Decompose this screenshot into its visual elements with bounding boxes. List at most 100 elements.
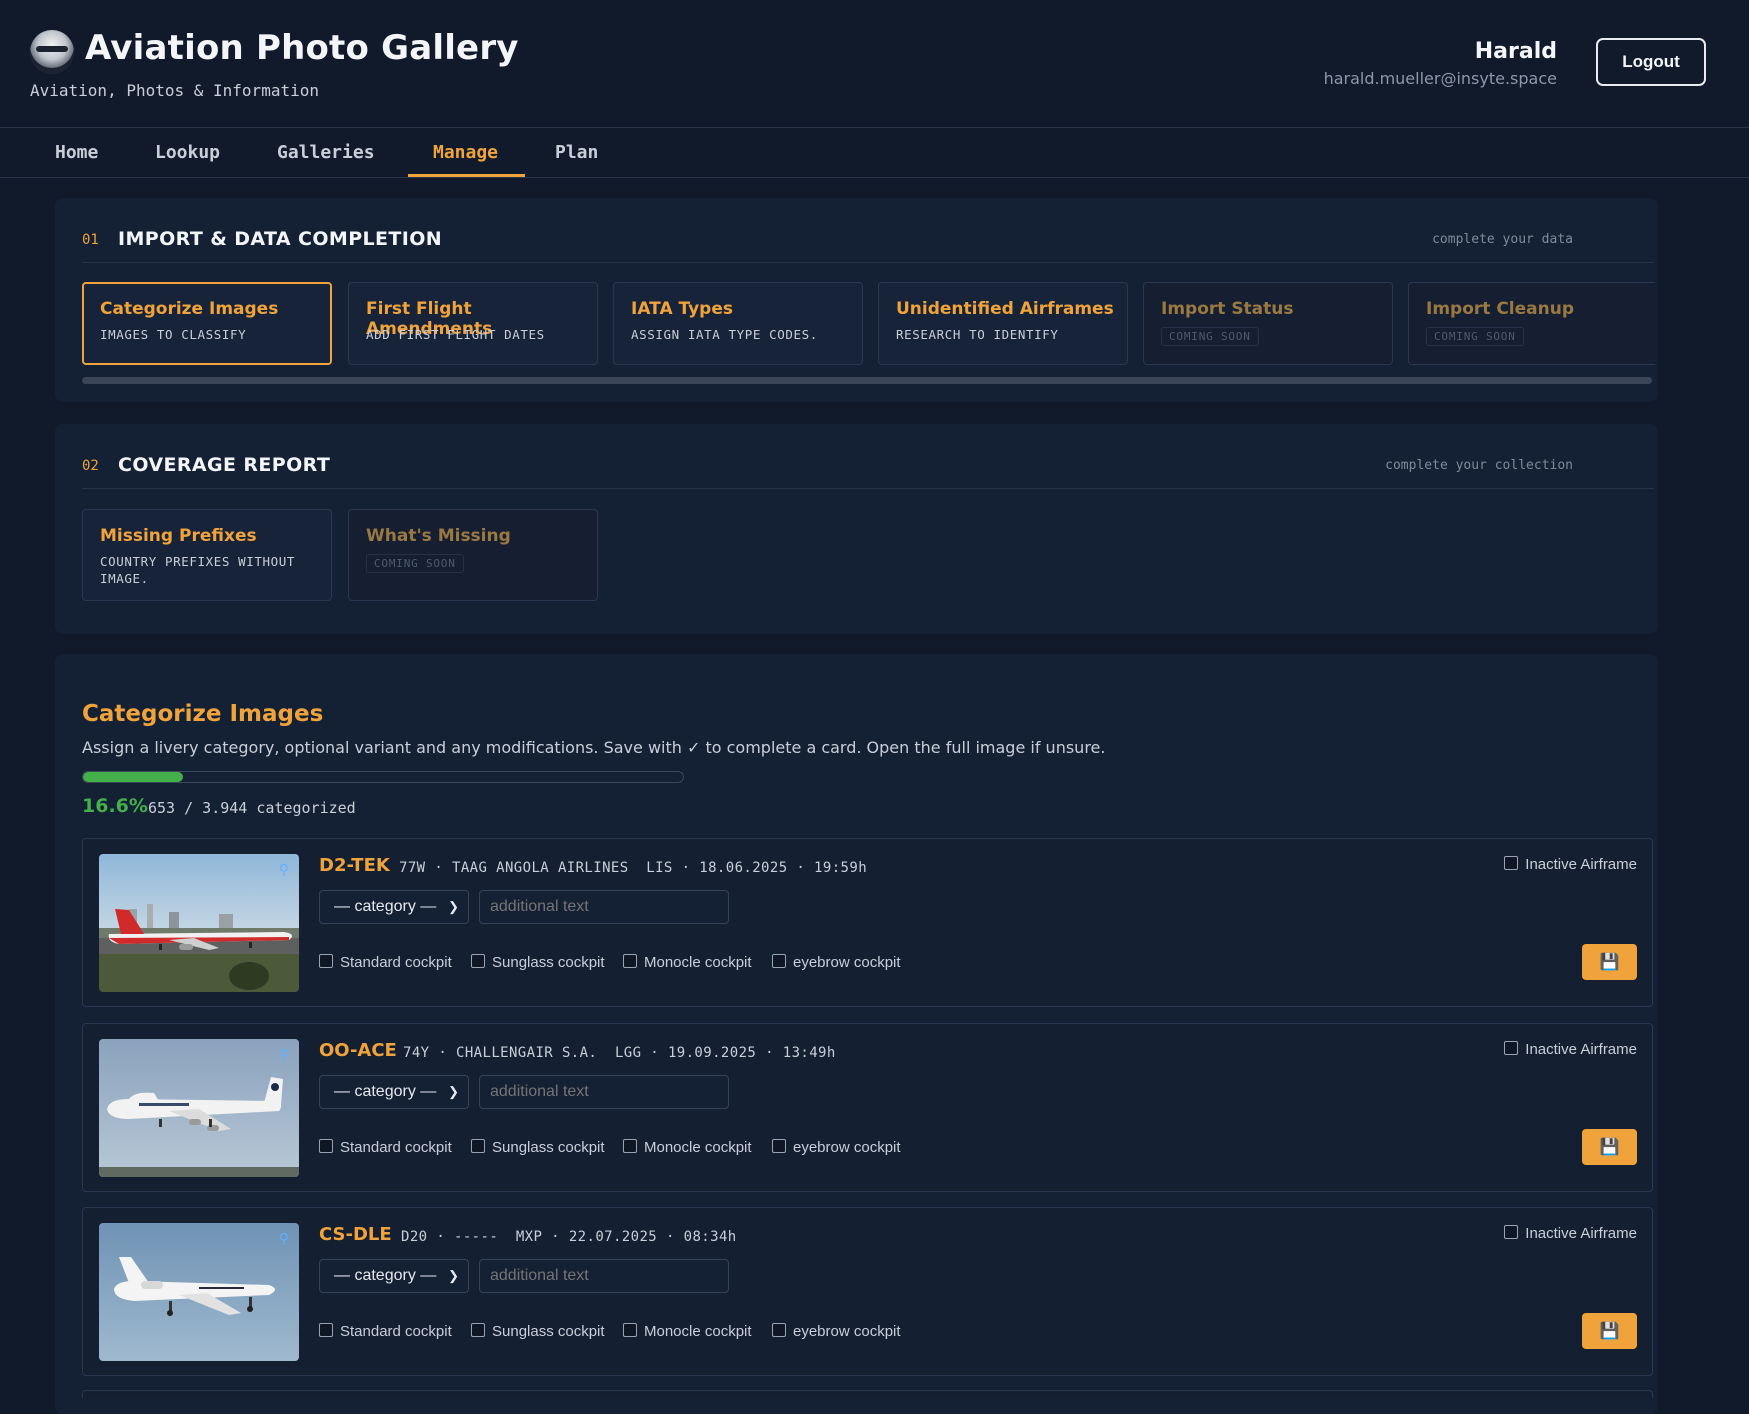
- chevron-down-icon: ❯: [448, 899, 459, 914]
- card-title: What's Missing: [366, 526, 511, 546]
- section-hint: complete your data: [1432, 232, 1573, 247]
- category-select[interactable]: — category — ❯: [319, 1075, 469, 1109]
- floppy-disk-icon: 💾: [1599, 954, 1620, 971]
- category-select[interactable]: — category — ❯: [319, 1259, 469, 1293]
- card-title: Categorize Images: [100, 299, 279, 319]
- additional-text-input[interactable]: [479, 890, 729, 924]
- save-button[interactable]: 💾: [1582, 1129, 1637, 1165]
- checkbox-standard-cockpit[interactable]: Standard cockpit: [319, 954, 452, 972]
- magnifier-icon[interactable]: ⚲: [279, 1231, 289, 1247]
- aircraft-photo-csdle: [99, 1223, 299, 1361]
- additional-text-input[interactable]: [479, 1259, 729, 1293]
- inactive-airframe-checkbox[interactable]: Inactive Airframe: [1504, 1225, 1637, 1242]
- time: 19:59h: [814, 860, 868, 876]
- card-missing-prefixes[interactable]: Missing Prefixes COUNTRY PREFIXES WITHOU…: [82, 509, 332, 601]
- section-number: 02: [82, 458, 99, 474]
- checkbox[interactable]: [623, 954, 637, 968]
- registration: D2-TEK: [319, 855, 390, 876]
- card-iata-types[interactable]: IATA Types ASSIGN IATA TYPE CODES.: [613, 282, 863, 365]
- airline: CHALLENGAIR S.A.: [456, 1045, 598, 1061]
- coming-soon-badge: COMING SOON: [366, 554, 464, 573]
- checkbox[interactable]: [772, 1323, 786, 1337]
- inactive-airframe-checkbox[interactable]: Inactive Airframe: [1504, 856, 1637, 873]
- checkbox-sunglass-cockpit[interactable]: Sunglass cockpit: [471, 1139, 605, 1157]
- checkbox-standard-cockpit[interactable]: Standard cockpit: [319, 1323, 452, 1341]
- logout-button[interactable]: Logout: [1596, 38, 1706, 86]
- checkbox[interactable]: [471, 1323, 485, 1337]
- flight-meta: D20 · ----- MXP · 22.07.2025 · 08:34h: [401, 1229, 737, 1245]
- save-button[interactable]: 💾: [1582, 1313, 1637, 1349]
- date: 18.06.2025: [699, 860, 788, 876]
- checkbox-sunglass-cockpit[interactable]: Sunglass cockpit: [471, 954, 605, 972]
- checkbox[interactable]: [1504, 856, 1519, 870]
- airline: -----: [454, 1229, 499, 1245]
- checkbox[interactable]: [623, 1139, 637, 1153]
- checkbox[interactable]: [772, 1139, 786, 1153]
- card-subtitle: ADD FIRST FLIGHT DATES: [366, 327, 545, 342]
- image-card: ⚲ D2-TEK 77W · TAAG ANGOLA AIRLINES LIS …: [82, 838, 1653, 1007]
- card-unidentified-airframes[interactable]: Unidentified Airframes RESEARCH TO IDENT…: [878, 282, 1128, 365]
- checkbox[interactable]: [319, 1139, 333, 1153]
- tab-home[interactable]: Home: [55, 142, 98, 163]
- card-first-flight-amendments[interactable]: First Flight Amendments ADD FIRST FLIGHT…: [348, 282, 598, 365]
- inactive-airframe-checkbox[interactable]: Inactive Airframe: [1504, 1041, 1637, 1058]
- checkbox-sunglass-cockpit[interactable]: Sunglass cockpit: [471, 1323, 605, 1341]
- progress-count: 653 / 3.944 categorized: [148, 799, 356, 817]
- magnifier-icon[interactable]: ⚲: [279, 1047, 289, 1063]
- save-button[interactable]: 💾: [1582, 944, 1637, 980]
- coming-soon-badge: COMING SOON: [1426, 327, 1524, 346]
- section-divider: [82, 488, 1654, 489]
- checkbox-monocle-cockpit[interactable]: Monocle cockpit: [623, 1323, 752, 1341]
- image-card: ⚲ CS-DLE D20 · ----- MXP · 22.07.2025 · …: [82, 1207, 1653, 1376]
- coming-soon-badge: COMING SOON: [1161, 327, 1259, 346]
- checkbox[interactable]: [1504, 1225, 1519, 1239]
- tab-manage[interactable]: Manage: [433, 142, 498, 163]
- date: 22.07.2025: [568, 1229, 658, 1245]
- aircraft-thumbnail[interactable]: ⚲: [99, 1223, 299, 1361]
- section-divider: [82, 262, 1654, 263]
- app-title[interactable]: Aviation Photo Gallery: [85, 28, 519, 68]
- progress-fill: [83, 772, 183, 782]
- aircraft-thumbnail[interactable]: ⚲: [99, 854, 299, 992]
- tab-plan[interactable]: Plan: [555, 142, 598, 163]
- checkbox-monocle-cockpit[interactable]: Monocle cockpit: [623, 1139, 752, 1157]
- main-nav: Home Lookup Galleries Manage Plan: [0, 128, 1749, 178]
- user-name: Harald: [1474, 39, 1557, 64]
- flight-meta: 74Y · CHALLENGAIR S.A. LGG · 19.09.2025 …: [403, 1045, 836, 1061]
- checkbox[interactable]: [772, 954, 786, 968]
- floppy-disk-icon: 💾: [1599, 1139, 1620, 1156]
- additional-text-input[interactable]: [479, 1075, 729, 1109]
- tab-galleries[interactable]: Galleries: [277, 142, 375, 163]
- checkbox[interactable]: [623, 1323, 637, 1337]
- checkbox-eyebrow-cockpit[interactable]: eyebrow cockpit: [772, 1139, 901, 1157]
- airport: LIS: [646, 860, 673, 876]
- category-select[interactable]: — category — ❯: [319, 890, 469, 924]
- tab-lookup[interactable]: Lookup: [155, 142, 220, 163]
- magnifier-icon[interactable]: ⚲: [279, 862, 289, 878]
- section-title: COVERAGE REPORT: [118, 454, 331, 476]
- time: 13:49h: [782, 1045, 836, 1061]
- checkbox[interactable]: [319, 1323, 333, 1337]
- card-import-status: Import Status COMING SOON: [1143, 282, 1393, 365]
- category-select-value: — category —: [334, 1083, 437, 1100]
- aircraft-photo-ooace: [99, 1039, 299, 1177]
- logo-icon[interactable]: [30, 30, 74, 74]
- registration: OO-ACE: [319, 1040, 397, 1061]
- registration: CS-DLE: [319, 1224, 392, 1245]
- card-subtitle: COUNTRY PREFIXES WITHOUT IMAGE.: [100, 554, 296, 586]
- image-card: ⚲ OO-ACE 74Y · CHALLENGAIR S.A. LGG · 19…: [82, 1023, 1653, 1192]
- checkbox[interactable]: [471, 954, 485, 968]
- checkbox[interactable]: [319, 954, 333, 968]
- checkbox-eyebrow-cockpit[interactable]: eyebrow cockpit: [772, 1323, 901, 1341]
- checkbox-monocle-cockpit[interactable]: Monocle cockpit: [623, 954, 752, 972]
- horizontal-scrollbar[interactable]: [82, 377, 1652, 384]
- checkbox-eyebrow-cockpit[interactable]: eyebrow cockpit: [772, 954, 901, 972]
- checkbox[interactable]: [1504, 1041, 1519, 1055]
- aircraft-photo-d2tek: [99, 854, 299, 992]
- card-categorize-images[interactable]: Categorize Images IMAGES TO CLASSIFY: [82, 282, 332, 365]
- aircraft-thumbnail[interactable]: ⚲: [99, 1039, 299, 1177]
- aircraft-type: D20: [401, 1229, 428, 1245]
- checkbox[interactable]: [471, 1139, 485, 1153]
- checkbox-standard-cockpit[interactable]: Standard cockpit: [319, 1139, 452, 1157]
- flight-meta: 77W · TAAG ANGOLA AIRLINES LIS · 18.06.2…: [399, 860, 868, 876]
